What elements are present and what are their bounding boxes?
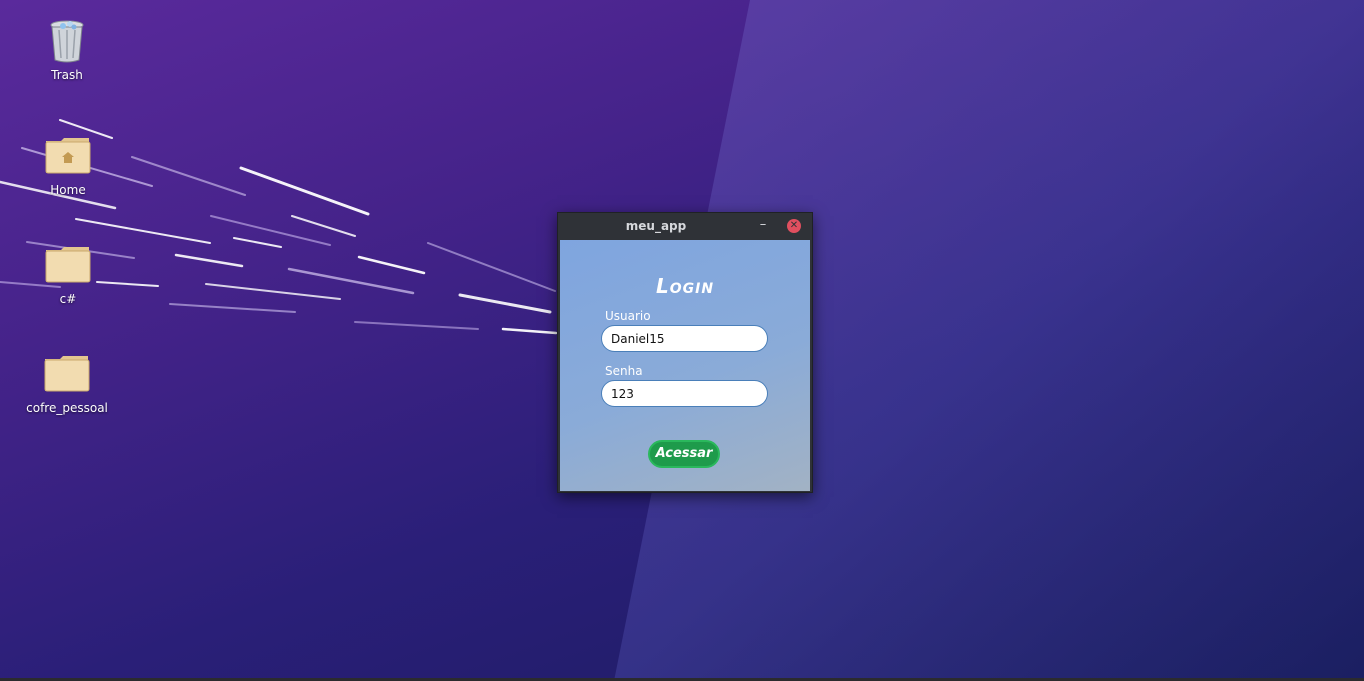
- window-titlebar[interactable]: meu_app – ✕: [558, 213, 812, 240]
- folder-icon: [45, 247, 91, 283]
- desktop-icon-label: cofre_pessoal: [26, 401, 108, 415]
- password-label: Senha: [605, 364, 643, 378]
- login-heading: Login: [655, 274, 715, 298]
- trash-icon: [50, 20, 84, 63]
- desktop-icon-label: Home: [50, 183, 86, 197]
- window-title: meu_app: [625, 219, 687, 233]
- desktop-icon-trash[interactable]: Trash: [22, 18, 112, 82]
- desktop-icon-home[interactable]: Home: [23, 133, 113, 197]
- home-folder-icon: [45, 138, 91, 174]
- password-input[interactable]: [601, 380, 768, 407]
- desktop-icon-label: Trash: [51, 68, 83, 82]
- username-input[interactable]: [601, 325, 768, 352]
- acessar-button[interactable]: Acessar: [648, 440, 720, 468]
- login-form: Login Usuario Senha Acessar: [560, 240, 810, 491]
- app-window: meu_app – ✕ Login Usuario Senha Acessar: [557, 212, 813, 493]
- desktop-icon-cofre-pessoal[interactable]: cofre_pessoal: [22, 351, 112, 415]
- username-label: Usuario: [605, 309, 651, 323]
- desktop-icon-label: c#: [59, 292, 77, 306]
- folder-icon: [44, 356, 90, 392]
- minimize-button[interactable]: –: [756, 218, 770, 233]
- close-button[interactable]: ✕: [787, 219, 801, 233]
- desktop: Trash Home c# cofre_pessoal meu_app – ✕: [0, 0, 1364, 681]
- desktop-icon-csharp[interactable]: c#: [23, 242, 113, 306]
